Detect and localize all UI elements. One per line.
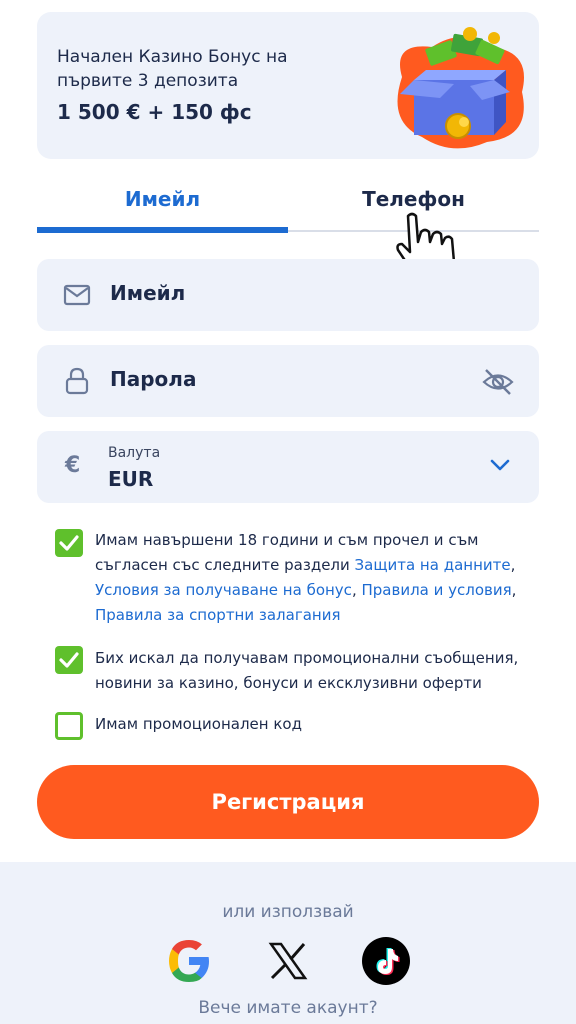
- register-button[interactable]: Регистрация: [37, 765, 539, 839]
- social-login-section: или използвай Вече имате акаунт?: [0, 862, 576, 1024]
- age-consent-checkbox[interactable]: [55, 529, 83, 557]
- bonus-title: Начален Казино Бонус на първите 3 депози…: [57, 47, 288, 91]
- tiktok-icon[interactable]: [361, 936, 411, 986]
- or-use-label: или използвай: [222, 902, 354, 922]
- email-field[interactable]: Имейл: [37, 259, 539, 331]
- currency-label: Валута: [108, 445, 161, 461]
- chevron-down-icon[interactable]: [489, 457, 511, 473]
- promo-code-text: Имам промоционален код: [95, 715, 302, 733]
- euro-icon: €: [65, 453, 81, 478]
- active-tab-indicator: [37, 227, 288, 233]
- checkmark-icon: [59, 535, 79, 551]
- x-logo-icon[interactable]: [263, 936, 313, 986]
- checkmark-icon: [59, 652, 79, 668]
- age-consent-text: Имам навършени 18 години и съм прочел и …: [95, 528, 525, 628]
- link-sports-betting-rules[interactable]: Правила за спортни залагания: [95, 606, 340, 624]
- lock-icon: [65, 367, 89, 395]
- google-icon[interactable]: [164, 936, 214, 986]
- link-terms-conditions[interactable]: Правила и условия: [361, 581, 511, 599]
- separator: ,: [510, 556, 516, 574]
- link-data-protection[interactable]: Защита на данните: [355, 556, 511, 574]
- have-account-link[interactable]: Вече имате акаунт?: [0, 998, 576, 1018]
- promo-messages-checkbox[interactable]: [55, 646, 83, 674]
- promo-messages-text: Бих искал да получавам промоционални съо…: [95, 649, 519, 692]
- link-bonus-terms[interactable]: Условия за получаване на бонус: [95, 581, 352, 599]
- envelope-icon: [63, 284, 91, 306]
- separator: ,: [511, 581, 517, 599]
- promo-code-checkbox[interactable]: [55, 712, 83, 740]
- currency-value: EUR: [108, 467, 154, 491]
- eye-off-icon[interactable]: [481, 367, 515, 397]
- tab-email[interactable]: Имейл: [37, 170, 288, 228]
- gift-box-money-icon: [397, 27, 524, 149]
- password-placeholder: Парола: [110, 367, 197, 391]
- bonus-banner[interactable]: Начален Казино Бонус на първите 3 депози…: [37, 12, 539, 159]
- email-placeholder: Имейл: [110, 281, 186, 305]
- password-field[interactable]: Парола: [37, 345, 539, 417]
- currency-select[interactable]: € Валута EUR: [37, 431, 539, 503]
- bonus-amount: 1 500 € + 150 фс: [57, 100, 252, 124]
